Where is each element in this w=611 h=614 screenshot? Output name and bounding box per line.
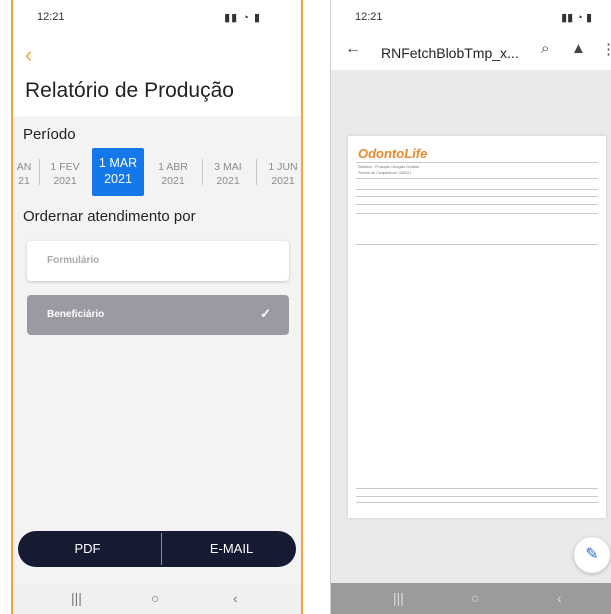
pdf-page: OdontoLife Relatório - Produção Cirurgiã… — [348, 136, 606, 518]
android-nav-bar: ||| ○ ‹ — [13, 584, 301, 614]
rule — [356, 213, 598, 214]
doc-line: Relatório - Produção Cirurgião Dentista — [358, 165, 420, 169]
period-item-mar-selected[interactable]: 1 MAR 2021 — [92, 148, 144, 196]
rule — [356, 204, 598, 205]
option-beneficiario-selected[interactable]: Beneficiário ✓ — [27, 295, 289, 335]
rule — [356, 189, 598, 190]
back-icon[interactable]: ‹ — [557, 590, 562, 606]
checkmark-icon: ✓ — [260, 306, 271, 321]
left-phone-screen: 12:21 ▮▮ ◔ ▮ ‹ Relatório de Produção Per… — [11, 0, 303, 614]
status-time: 12:21 — [37, 11, 65, 23]
drive-add-icon[interactable]: ▲ — [571, 40, 586, 57]
company-logo: OdontoLife — [358, 146, 428, 161]
period-item-apr[interactable]: 1 ABR 2021 — [146, 148, 200, 196]
page-title: Relatório de Produção — [25, 79, 234, 102]
android-nav-bar: ||| ○ ‹ — [331, 583, 611, 614]
period-item-may[interactable]: 3 MAI 2021 — [201, 148, 255, 196]
home-icon[interactable]: ○ — [151, 590, 159, 606]
period-selector: AN 21 1 FEV 2021 1 MAR 2021 1 ABR 2021 3… — [13, 148, 301, 196]
rule — [356, 496, 598, 497]
right-phone-screen: 12:21 ▮▮ ◔ ▮ ← RNFetchBlobTmp_x... ⌕ ▲ ⋮… — [330, 0, 611, 614]
back-arrow-icon[interactable]: ← — [345, 40, 361, 58]
rule — [356, 488, 598, 489]
status-icons: ▮▮ ◔ ▮ — [224, 12, 261, 24]
rule — [356, 178, 598, 179]
status-bar: 12:21 ▮▮ ◔ ▮ — [331, 0, 611, 30]
home-icon[interactable]: ○ — [471, 590, 479, 606]
back-chevron-icon[interactable]: ‹ — [25, 44, 32, 66]
rule — [356, 162, 598, 163]
file-title: RNFetchBlobTmp_x... — [381, 45, 519, 61]
status-time: 12:21 — [355, 11, 383, 23]
option-label: Beneficiário — [47, 309, 105, 320]
period-item-jun[interactable]: 1 JUN 2021 — [256, 148, 301, 196]
period-item-feb[interactable]: 1 FEV 2021 — [38, 148, 92, 196]
back-icon[interactable]: ‹ — [233, 590, 238, 606]
period-divider — [39, 159, 40, 185]
more-menu-icon[interactable]: ⋮ — [601, 40, 611, 58]
period-divider — [202, 159, 203, 185]
rule — [356, 502, 598, 503]
email-button[interactable]: E-MAIL — [162, 531, 301, 567]
period-label: Período — [23, 126, 76, 143]
rule — [356, 196, 598, 197]
option-label: Formulário — [47, 255, 100, 266]
rule — [356, 244, 598, 245]
edit-pencil-icon[interactable]: ✎ — [574, 537, 610, 573]
recent-apps-icon[interactable]: ||| — [71, 590, 82, 606]
export-bar: PDF E-MAIL — [18, 531, 296, 567]
status-icons: ▮▮ ◔ ▮ — [561, 12, 592, 24]
pdf-button[interactable]: PDF — [18, 531, 157, 567]
doc-line: Período de Competência: 03/2021 — [358, 171, 412, 175]
search-document-icon[interactable]: ⌕ — [541, 40, 549, 57]
status-bar: 12:21 ▮▮ ◔ ▮ — [13, 0, 301, 34]
period-divider — [256, 159, 257, 185]
option-formulario[interactable]: Formulário — [27, 241, 289, 281]
recent-apps-icon[interactable]: ||| — [393, 590, 404, 606]
order-label: Ordernar atendimento por — [23, 208, 196, 225]
